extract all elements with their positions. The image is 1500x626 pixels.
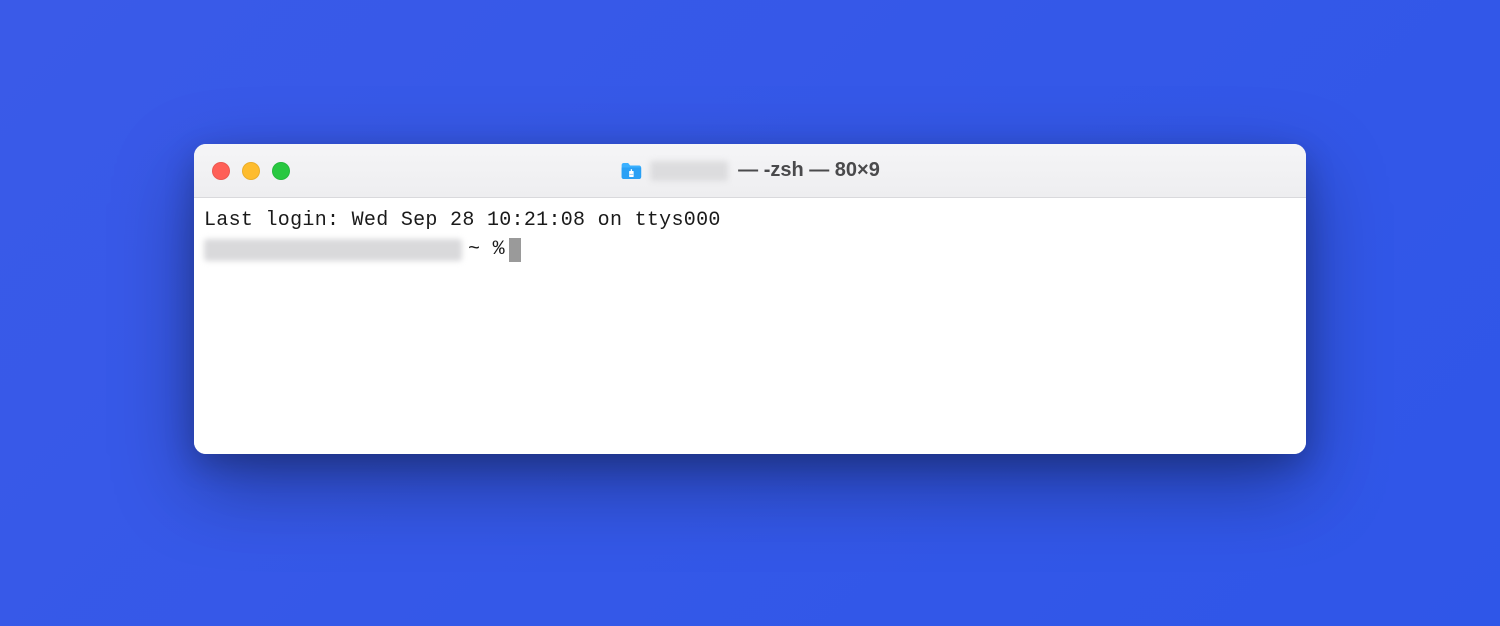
window-title-redacted	[650, 161, 728, 181]
prompt-separator	[480, 235, 492, 264]
prompt-user-host-redacted	[204, 239, 462, 261]
maximize-button[interactable]	[272, 162, 290, 180]
prompt-path: ~	[468, 235, 480, 264]
minimize-button[interactable]	[242, 162, 260, 180]
prompt-line: ~ %	[204, 235, 1296, 264]
terminal-window: — -zsh — 80×9 Last login: Wed Sep 28 10:…	[194, 144, 1306, 454]
last-login-line: Last login: Wed Sep 28 10:21:08 on ttys0…	[204, 206, 1296, 235]
terminal-body[interactable]: Last login: Wed Sep 28 10:21:08 on ttys0…	[194, 198, 1306, 454]
window-title-text: — -zsh — 80×9	[738, 159, 880, 182]
cursor-icon[interactable]	[509, 238, 521, 262]
close-button[interactable]	[212, 162, 230, 180]
window-title: — -zsh — 80×9	[620, 159, 880, 182]
window-titlebar[interactable]: — -zsh — 80×9	[194, 144, 1306, 198]
prompt-symbol: %	[493, 235, 505, 264]
folder-icon	[620, 162, 642, 180]
traffic-lights	[212, 162, 290, 180]
